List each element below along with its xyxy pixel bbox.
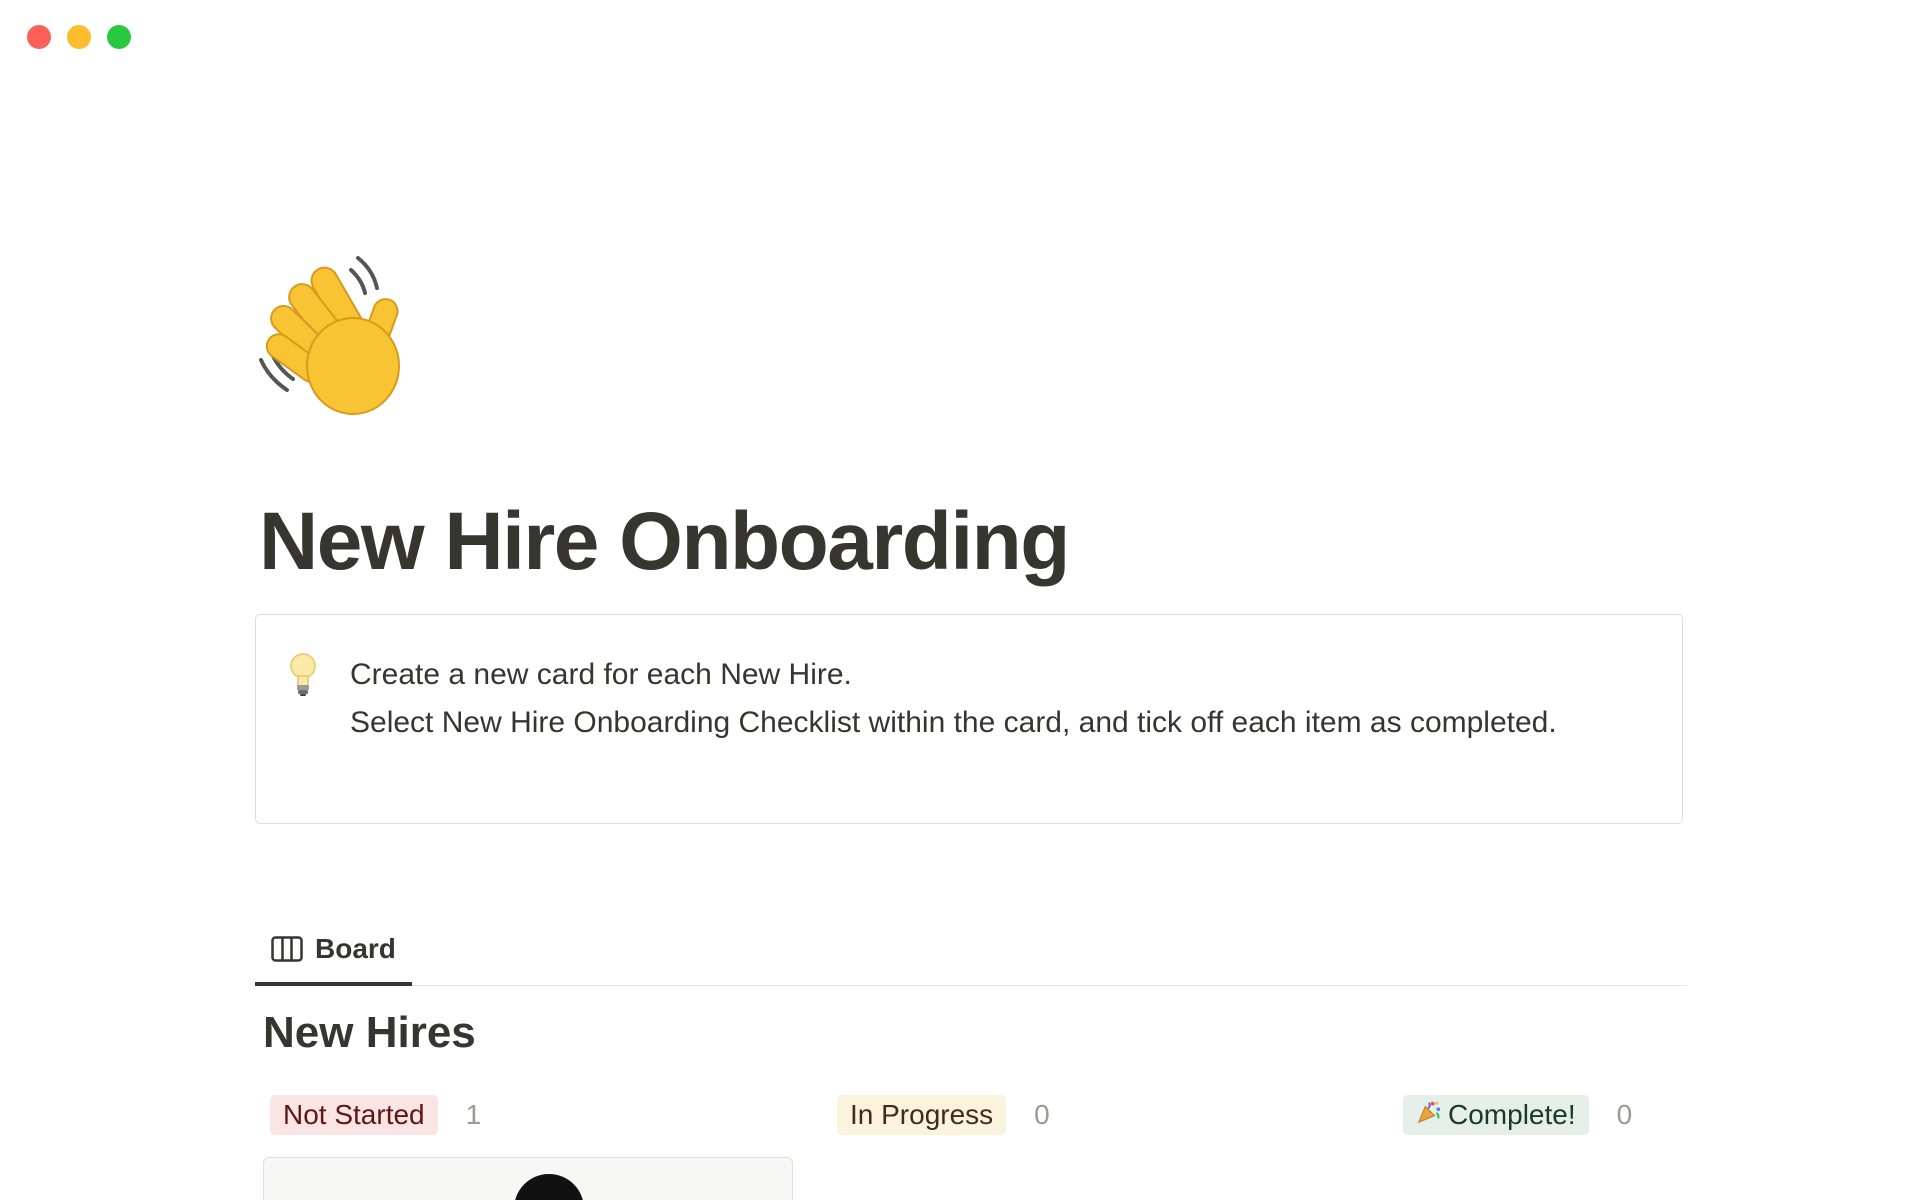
status-tag-not-started[interactable]: Not Started bbox=[270, 1095, 438, 1135]
column-count-in-progress: 0 bbox=[1034, 1099, 1050, 1130]
tab-board-label: Board bbox=[315, 932, 396, 964]
light-bulb-icon[interactable] bbox=[288, 651, 318, 697]
app-window: New Hire Onboarding Create a new card fo… bbox=[0, 0, 1920, 1200]
zoom-window-button[interactable] bbox=[107, 25, 131, 49]
avatar bbox=[514, 1174, 584, 1200]
callout-block[interactable]: Create a new card for each New Hire. Sel… bbox=[255, 614, 1683, 824]
column-header-not-started: Not Started 1 bbox=[270, 1095, 481, 1135]
column-count-complete: 0 bbox=[1616, 1099, 1633, 1130]
status-tag-in-progress[interactable]: In Progress bbox=[837, 1095, 1007, 1135]
page-title[interactable]: New Hire Onboarding bbox=[259, 495, 1070, 589]
column-count-not-started: 1 bbox=[465, 1099, 482, 1130]
status-label-complete: Complete! bbox=[1448, 1099, 1576, 1130]
view-tabs: Board bbox=[255, 915, 1687, 986]
callout-text[interactable]: Create a new card for each New Hire. Sel… bbox=[350, 651, 1610, 747]
callout-line-1: Create a new card for each New Hire. bbox=[350, 658, 852, 691]
status-tag-complete[interactable]: Complete! bbox=[1403, 1095, 1589, 1135]
close-window-button[interactable] bbox=[27, 25, 51, 49]
callout-line-2: Select New Hire Onboarding Checklist wit… bbox=[350, 706, 1557, 739]
status-label-not-started: Not Started bbox=[283, 1099, 425, 1130]
window-controls bbox=[27, 25, 131, 49]
board-title[interactable]: New Hires bbox=[263, 1008, 476, 1058]
column-header-in-progress: In Progress 0 bbox=[837, 1095, 1050, 1135]
minimize-window-button[interactable] bbox=[67, 25, 91, 49]
tab-board[interactable]: Board bbox=[255, 915, 412, 986]
board-view-icon bbox=[271, 935, 303, 962]
column-header-complete: Complete! 0 bbox=[1403, 1095, 1632, 1135]
board-card[interactable] bbox=[263, 1157, 793, 1200]
party-popper-icon bbox=[1416, 1099, 1442, 1132]
waving-hand-icon[interactable] bbox=[255, 250, 425, 420]
status-label-in-progress: In Progress bbox=[850, 1099, 994, 1130]
